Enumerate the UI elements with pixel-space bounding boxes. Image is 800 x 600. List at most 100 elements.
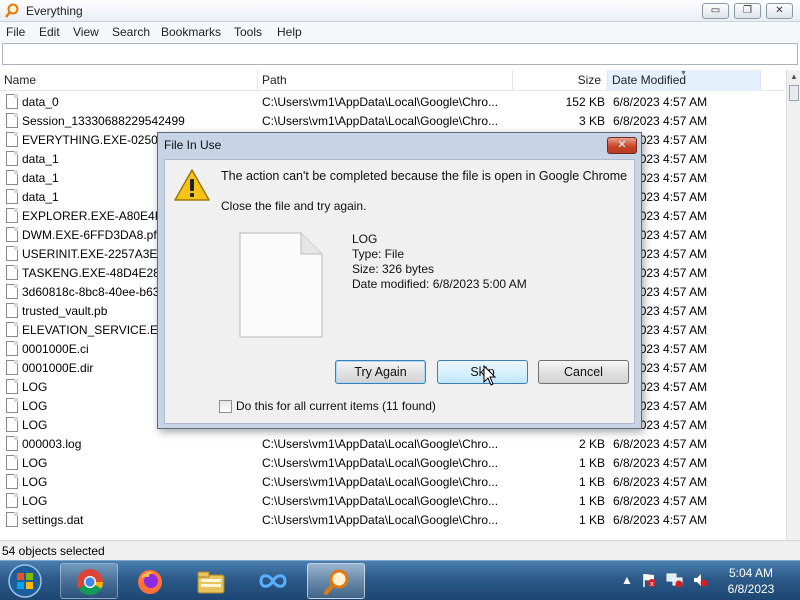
show-hidden-icons-icon[interactable]: ▲ xyxy=(621,573,633,587)
list-item[interactable]: data_0 C:\Users\vm1\AppData\Local\Google\… xyxy=(0,92,786,111)
taskbar-infinity-app[interactable] xyxy=(244,563,302,599)
everything-search-icon xyxy=(324,569,349,595)
list-item[interactable]: LOG C:\Users\vm1\AppData\Local\Google\Chr… xyxy=(0,491,786,510)
file-icon xyxy=(6,455,18,470)
column-size-header[interactable]: Size xyxy=(513,70,608,91)
file-info-type: Type: File xyxy=(352,247,405,261)
close-button[interactable]: ✕ xyxy=(766,3,793,19)
dialog-title: File In Use xyxy=(164,138,222,152)
file-icon xyxy=(6,94,18,109)
window-title: Everything xyxy=(26,4,83,18)
apply-to-all-label[interactable]: Do this for all current items (11 found) xyxy=(236,399,436,413)
file-date: 6/8/2023 4:57 AM xyxy=(613,95,708,109)
network-icon[interactable] xyxy=(666,572,684,588)
file-name: USERINIT.EXE-2257A3E7.p xyxy=(22,247,175,261)
menu-file[interactable]: File xyxy=(6,25,25,39)
start-orb-icon[interactable] xyxy=(6,563,44,599)
file-size: 1 KB xyxy=(578,494,605,508)
file-path: C:\Users\vm1\AppData\Local\Google\Chro..… xyxy=(262,513,499,527)
file-size: 1 KB xyxy=(578,456,605,470)
dialog-body: The action can't be completed because th… xyxy=(164,159,635,424)
try-again-button[interactable]: Try Again xyxy=(335,360,426,384)
status-bar: 54 objects selected xyxy=(0,540,800,560)
clock-date: 6/8/2023 xyxy=(727,582,775,596)
file-name: 0001000E.ci xyxy=(22,342,89,356)
cancel-button[interactable]: Cancel xyxy=(538,360,629,384)
menu-tools[interactable]: Tools xyxy=(234,25,262,39)
taskbar-chrome[interactable] xyxy=(60,563,118,599)
file-icon xyxy=(6,417,18,432)
file-icon xyxy=(6,474,18,489)
maximize-button[interactable]: ❐ xyxy=(734,3,761,19)
menu-search[interactable]: Search xyxy=(112,25,150,39)
file-info-modified: Date modified: 6/8/2023 5:00 AM xyxy=(352,277,527,291)
file-path: C:\Users\vm1\AppData\Local\Google\Chro..… xyxy=(262,456,499,470)
list-item[interactable]: LOG C:\Users\vm1\AppData\Local\Google\Chr… xyxy=(0,453,786,472)
chrome-icon xyxy=(77,569,104,596)
file-name: LOG xyxy=(22,494,48,508)
file-icon xyxy=(6,246,18,261)
file-in-use-dialog: File In Use ✕ The action can't be comple… xyxy=(157,132,642,429)
file-explorer-icon xyxy=(197,571,225,594)
menu-bar: File Edit View Search Bookmarks Tools He… xyxy=(0,22,800,42)
file-name: 000003.log xyxy=(22,437,82,451)
file-icon xyxy=(6,379,18,394)
file-icon xyxy=(6,265,18,280)
file-name: LOG xyxy=(22,456,48,470)
scroll-up-icon[interactable]: ▲ xyxy=(788,72,800,84)
file-icon xyxy=(6,189,18,204)
menu-view[interactable]: View xyxy=(73,25,99,39)
scroll-thumb[interactable] xyxy=(789,85,799,101)
taskbar-everything[interactable] xyxy=(307,563,365,599)
file-path: C:\Users\vm1\AppData\Local\Google\Chro..… xyxy=(262,475,499,489)
file-name: LOG xyxy=(22,475,48,489)
file-icon xyxy=(6,436,18,451)
file-path: C:\Users\vm1\AppData\Local\Google\Chro..… xyxy=(262,95,499,109)
file-name: LOG xyxy=(22,380,48,394)
file-date: 6/8/2023 4:57 AM xyxy=(613,475,708,489)
file-name: 3d60818c-8bc8-40ee-b636 xyxy=(22,285,167,299)
file-icon xyxy=(6,151,18,166)
minimize-button[interactable]: ▭ xyxy=(702,3,729,19)
file-icon xyxy=(6,512,18,527)
menu-edit[interactable]: Edit xyxy=(39,25,60,39)
dialog-close-button[interactable]: ✕ xyxy=(607,137,637,154)
volume-muted-icon[interactable] xyxy=(692,572,708,588)
taskbar-clock[interactable]: 5:04 AM 6/8/2023 xyxy=(718,565,784,597)
taskbar: ▲ x 5:04 AM 6/8/2023 xyxy=(0,560,800,600)
file-name: EVERYTHING.EXE-0250190 xyxy=(22,133,178,147)
search-input[interactable] xyxy=(2,43,798,65)
vertical-scrollbar[interactable]: ▲ xyxy=(786,70,800,540)
apply-to-all-checkbox[interactable] xyxy=(219,400,232,413)
file-name: settings.dat xyxy=(22,513,84,527)
file-date: 6/8/2023 4:57 AM xyxy=(613,456,708,470)
file-icon xyxy=(6,132,18,147)
file-size: 1 KB xyxy=(578,513,605,527)
dialog-instruction: Close the file and try again. xyxy=(221,199,367,213)
menu-help[interactable]: Help xyxy=(277,25,302,39)
file-path: C:\Users\vm1\AppData\Local\Google\Chro..… xyxy=(262,437,499,451)
action-center-flag-icon[interactable]: x xyxy=(641,572,657,588)
title-bar: Everything ▭ ❐ ✕ xyxy=(0,0,800,22)
file-name: ELEVATION_SERVICE.EXE- xyxy=(22,323,179,337)
file-icon xyxy=(6,360,18,375)
sort-descending-icon: ▼ xyxy=(680,70,687,77)
taskbar-file-explorer[interactable] xyxy=(182,563,240,599)
file-icon xyxy=(6,303,18,318)
taskbar-firefox[interactable] xyxy=(121,563,179,599)
list-item[interactable]: 000003.log C:\Users\vm1\AppData\Local\Goo… xyxy=(0,434,786,453)
status-text: 54 objects selected xyxy=(2,544,105,558)
list-item[interactable]: settings.dat C:\Users\vm1\AppData\Local\G… xyxy=(0,510,786,529)
column-name-header[interactable]: Name xyxy=(0,70,258,91)
list-item[interactable]: Session_13330688229542499 C:\Users\vm1\Ap… xyxy=(0,111,786,130)
file-name: LOG xyxy=(22,399,48,413)
menu-bookmarks[interactable]: Bookmarks xyxy=(161,25,221,39)
column-path-header[interactable]: Path xyxy=(258,70,513,91)
file-name: data_1 xyxy=(22,171,59,185)
file-name: EXPLORER.EXE-A80E4F97. xyxy=(22,209,179,223)
list-item[interactable]: LOG C:\Users\vm1\AppData\Local\Google\Chr… xyxy=(0,472,786,491)
warning-icon xyxy=(174,169,210,201)
svg-text:x: x xyxy=(650,580,654,588)
file-icon xyxy=(6,208,18,223)
file-name: LOG xyxy=(22,418,48,432)
